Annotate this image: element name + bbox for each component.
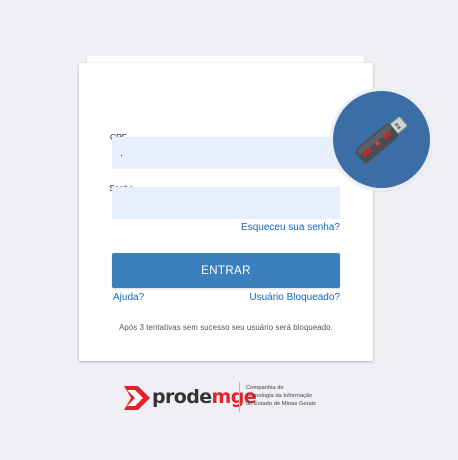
company-description-line: Tecnologia da Informação [246, 393, 313, 399]
senha-input[interactable] [112, 187, 340, 219]
company-description-line: Companhia de [246, 385, 284, 391]
logo-wordmark-part1: prode [152, 386, 212, 408]
token-badge [333, 91, 430, 188]
logo-divider [239, 382, 240, 412]
company-description: Companhia de Tecnologia da Informação do… [246, 384, 316, 408]
prodemge-logo-icon [124, 386, 150, 410]
company-description-line: do Estado de Minas Gerais [246, 401, 316, 407]
prodemge-logo-wordmark: prodemge [152, 385, 257, 409]
forgot-password-link[interactable]: Esqueceu sua senha? [241, 222, 340, 233]
enter-button[interactable]: ENTRAR [112, 253, 340, 288]
lockout-warning: Após 3 tentativas sem sucesso seu usuári… [119, 323, 333, 332]
cpf-input[interactable] [112, 137, 340, 169]
help-link[interactable]: Ajuda? [113, 292, 144, 303]
usb-token-icon [355, 116, 408, 164]
blocked-user-link[interactable]: Usuário Bloqueado? [249, 292, 340, 303]
